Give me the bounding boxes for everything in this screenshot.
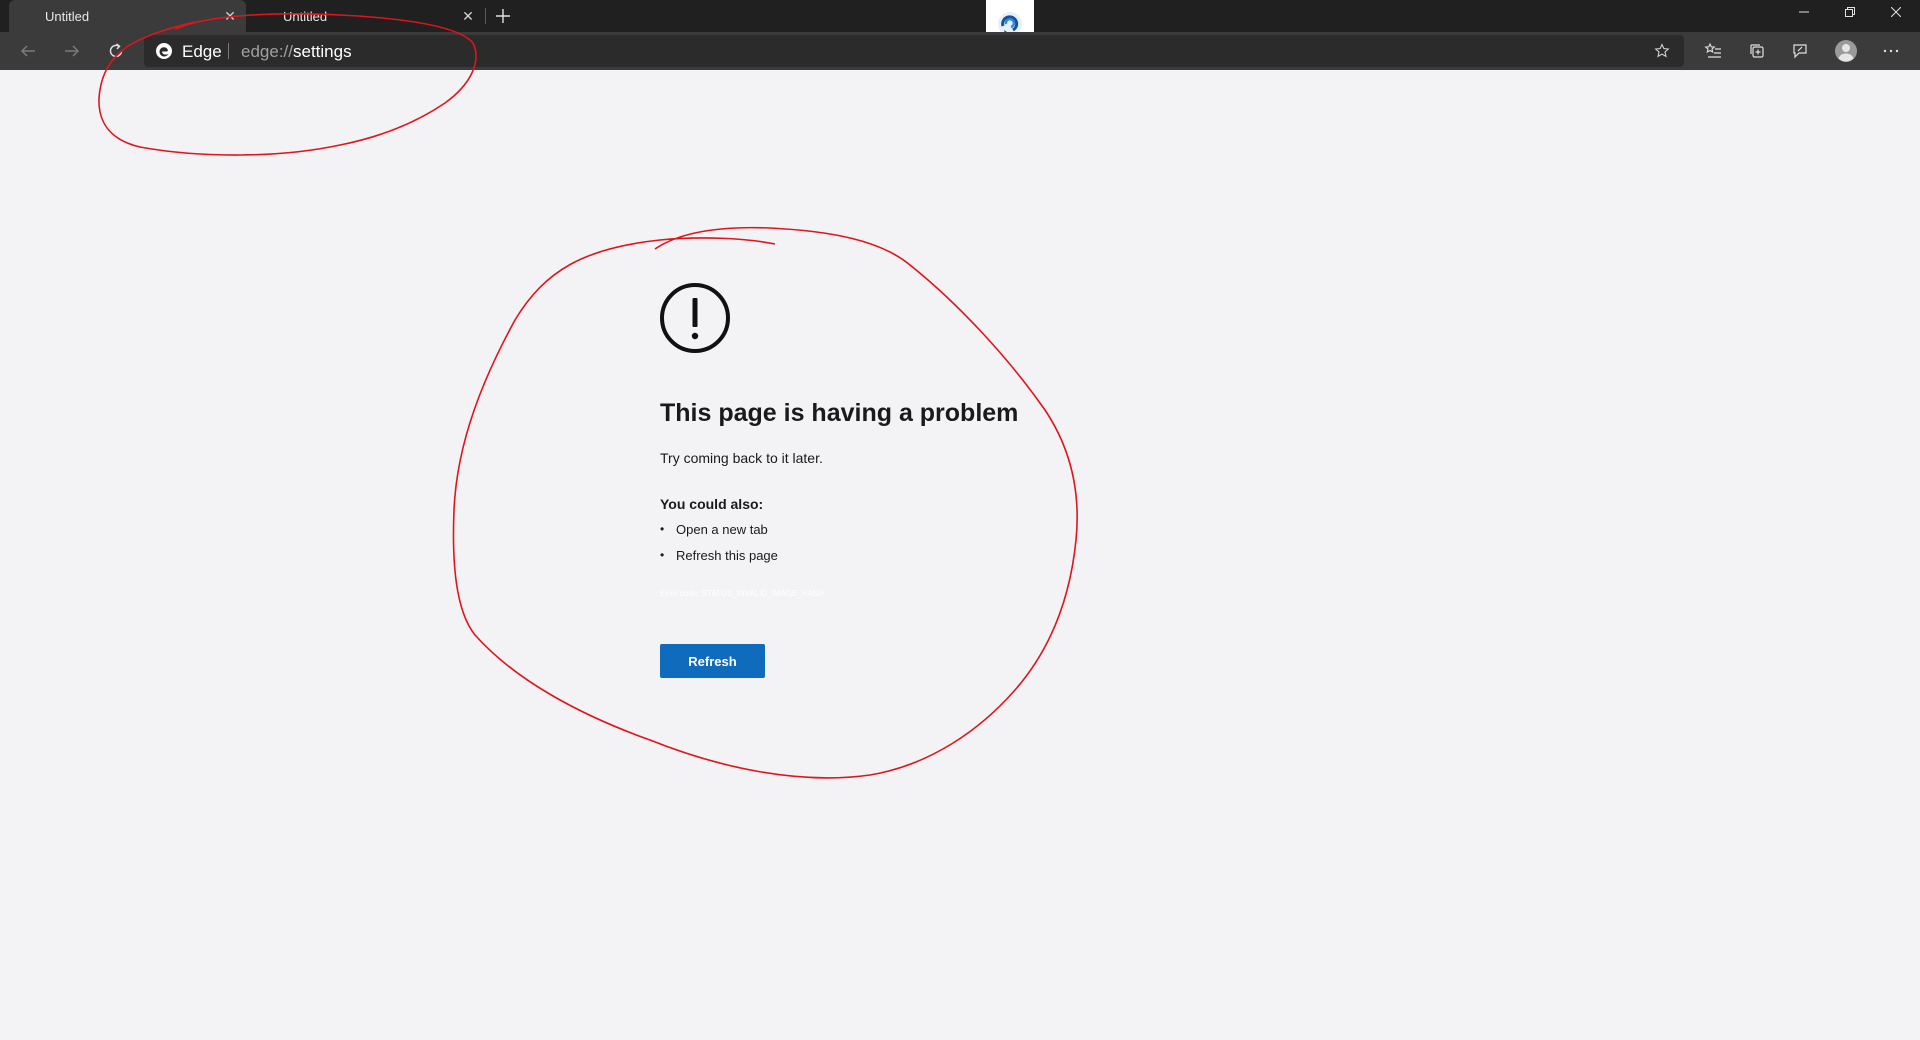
suggestions-list: Open a new tab Refresh this page bbox=[660, 522, 778, 574]
page-title: This page is having a problem bbox=[660, 399, 1019, 427]
star-add-icon bbox=[1654, 43, 1670, 58]
close-icon bbox=[1891, 7, 1901, 17]
tab-title: Untitled bbox=[45, 8, 90, 24]
annotation-overlay bbox=[98, 13, 1078, 779]
annotation-circle-content bbox=[452, 226, 1078, 779]
exclamation-circle-icon bbox=[660, 283, 730, 353]
address-bar[interactable]: Edge edge://settings bbox=[144, 35, 1684, 67]
error-code: Error code: STATUS_INVALID_IMAGE_HASH bbox=[660, 589, 825, 598]
avatar-icon bbox=[1835, 40, 1857, 62]
suggestions-heading: You could also: bbox=[660, 496, 764, 512]
close-window-button[interactable] bbox=[1873, 0, 1919, 24]
minimize-icon bbox=[1799, 11, 1809, 13]
list-item: Open a new tab bbox=[660, 522, 778, 548]
more-icon bbox=[1883, 49, 1899, 53]
forward-button[interactable] bbox=[58, 37, 86, 65]
back-button[interactable] bbox=[14, 37, 42, 65]
tab-2[interactable]: Untitled ✕ bbox=[247, 0, 484, 32]
refresh-button[interactable]: Refresh bbox=[660, 644, 765, 678]
feedback-icon bbox=[1793, 44, 1807, 59]
settings-menu-button[interactable] bbox=[1877, 37, 1905, 65]
favorites-icon bbox=[1704, 42, 1721, 58]
close-icon[interactable]: ✕ bbox=[216, 2, 244, 30]
restore-button[interactable] bbox=[1827, 0, 1873, 24]
new-tab-button[interactable] bbox=[489, 2, 517, 30]
tab-title: Untitled bbox=[283, 8, 328, 24]
arrow-right-icon bbox=[65, 45, 80, 57]
favorites-button[interactable] bbox=[1699, 37, 1727, 65]
profile-button[interactable] bbox=[1832, 37, 1860, 65]
site-identity-label: Edge bbox=[182, 42, 222, 61]
list-item: Refresh this page bbox=[660, 548, 778, 574]
url-path: settings bbox=[293, 42, 352, 61]
url-scheme: edge:// bbox=[241, 42, 293, 61]
minimize-button[interactable] bbox=[1781, 0, 1827, 24]
url-text[interactable]: edge://settings bbox=[241, 42, 352, 62]
tab-strip: Untitled ✕ Untitled ✕ bbox=[0, 0, 1920, 48]
edge-logo-icon bbox=[156, 43, 172, 59]
tab-1[interactable]: Untitled ✕ bbox=[9, 0, 246, 32]
plus-icon bbox=[496, 9, 510, 23]
tab-separator bbox=[485, 8, 486, 24]
error-subtitle: Try coming back to it later. bbox=[660, 450, 823, 466]
restore-icon bbox=[1845, 7, 1855, 17]
arrow-left-icon bbox=[20, 45, 35, 57]
favorite-button[interactable] bbox=[1648, 37, 1676, 65]
refresh-button[interactable] bbox=[102, 37, 130, 65]
refresh-icon bbox=[109, 43, 123, 58]
address-divider bbox=[228, 43, 229, 59]
close-icon[interactable]: ✕ bbox=[454, 2, 482, 30]
feedback-button[interactable] bbox=[1786, 37, 1814, 65]
collections-icon bbox=[1750, 44, 1764, 58]
collections-button[interactable] bbox=[1743, 37, 1771, 65]
toolbar: Edge edge://settings bbox=[0, 32, 1920, 70]
